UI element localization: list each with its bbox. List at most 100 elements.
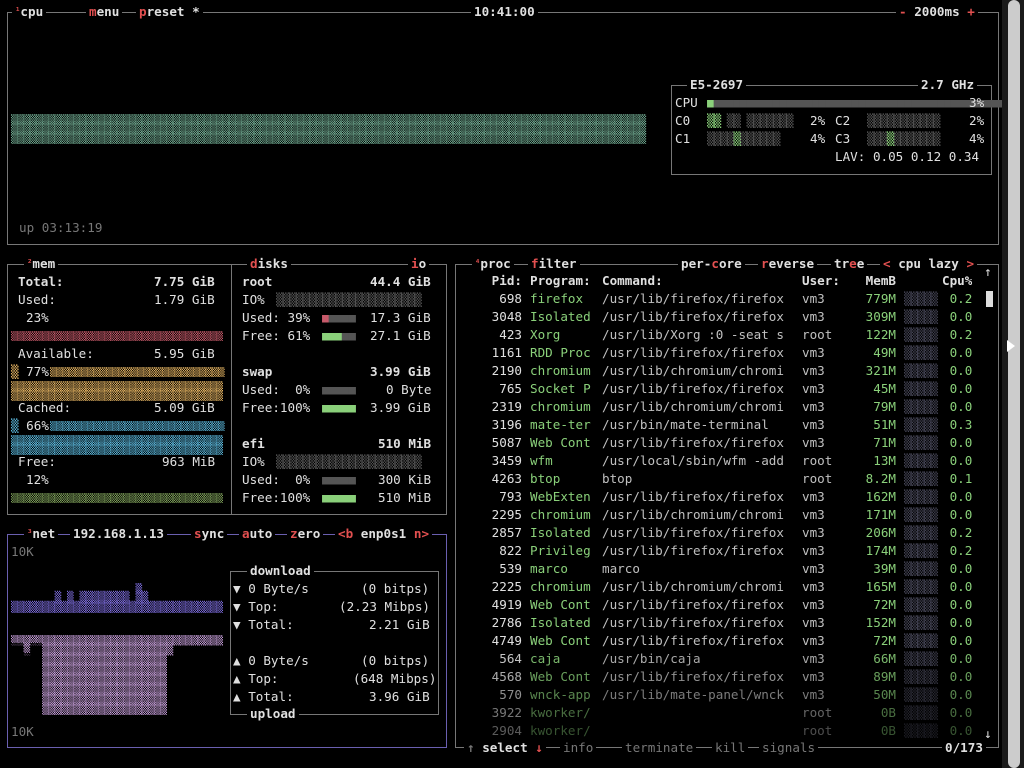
- proc-info[interactable]: info: [560, 739, 597, 757]
- disk-root-name: root: [242, 274, 273, 289]
- proc-reverse[interactable]: reverse: [758, 255, 818, 273]
- disk-efi-used-value: 300 KiB: [378, 472, 432, 487]
- table-row[interactable]: 4749 Web Cont/usr/lib/firefox/firefox vm3 7…: [458, 632, 973, 650]
- table-row[interactable]: 539 marco marco vm3 39M ▒▒▒▒▒ 0.0: [458, 560, 972, 578]
- proc-filter[interactable]: filter: [528, 255, 580, 273]
- ul-top-value: (648 Mibps): [353, 671, 437, 686]
- proc-select[interactable]: ↑ select ↓: [464, 739, 546, 757]
- cell-program: WebExten: [530, 489, 591, 504]
- mem-free-label: Free:: [18, 454, 56, 469]
- table-row[interactable]: 1161 RDD Proc/usr/lib/firefox/firefox vm3 4…: [458, 344, 973, 362]
- core-c2-meter: ▒▒▒▒▒▒▒▒▒▒▒: [867, 113, 940, 128]
- table-row[interactable]: 3048 Isolated/usr/lib/firefox/firefox vm3 3…: [458, 308, 973, 326]
- mem-title[interactable]: ²mem: [24, 255, 59, 273]
- cell-command: /usr/lib/firefox/firefox: [602, 345, 784, 360]
- table-row[interactable]: 4263 btop btop root 8.2M ▒▒▒▒▒ 0.1: [458, 470, 973, 488]
- disk-efi-name: efi: [242, 436, 265, 451]
- table-row[interactable]: 3196 mate-ter/usr/bin/mate-terminal vm3 51M…: [458, 416, 973, 434]
- proc-tree[interactable]: tree: [831, 255, 868, 273]
- cell-cpu: 0.0: [949, 345, 973, 360]
- table-row[interactable]: 4919 Web Cont/usr/lib/firefox/firefox vm3 7…: [458, 596, 973, 614]
- proc-sort[interactable]: < cpu lazy >: [880, 255, 978, 273]
- update-interval[interactable]: - 2000ms +: [896, 3, 978, 21]
- cell-mem: 309M: [865, 309, 896, 324]
- proc-scroll-up-icon[interactable]: ↑: [984, 263, 992, 281]
- table-row[interactable]: 2904 kworker/root 0B ▒▒▒▒▒ 0.0: [458, 722, 973, 740]
- table-row[interactable]: 765 Socket P/usr/lib/firefox/firefox vm3 45…: [458, 380, 972, 398]
- table-row[interactable]: 698 firefox/usr/lib/firefox/firefox vm3 779…: [458, 290, 972, 308]
- mem-avail-graph-2: ▒▒▒▒▒▒▒▒▒▒▒▒▒▒▒▒▒▒▒▒▒▒▒▒▒▒▒▒▒▒▒▒▒▒ ▒▒▒▒▒…: [11, 381, 223, 401]
- table-row[interactable]: 570 wnck-app/usr/lib/mate-panel/wnck vm3 50…: [458, 686, 972, 704]
- net-scale-bottom: 10K: [11, 724, 34, 739]
- net-title[interactable]: ³net: [24, 525, 59, 543]
- proc-scroll-thumb[interactable]: [986, 291, 993, 307]
- proc-signals[interactable]: signals: [759, 739, 819, 757]
- col-cpu[interactable]: Cpu%: [942, 272, 972, 290]
- cell-user: vm3: [802, 507, 825, 522]
- cell-mem: 51M: [873, 417, 896, 432]
- col-command[interactable]: Command:: [602, 272, 802, 290]
- net-zero[interactable]: zero: [287, 525, 324, 543]
- cell-mem: 171M: [865, 507, 896, 522]
- dl-top-value: (2.23 Mibps): [339, 599, 430, 614]
- table-row[interactable]: 2319 chromium/usr/lib/chromium/chromi vm3 7…: [458, 398, 973, 416]
- table-row[interactable]: 3459 wfm/usr/local/sbin/wfm -add root 13M ▒▒…: [458, 452, 973, 470]
- disk-swap-free-value: 3.99 GiB: [370, 400, 431, 415]
- cell-pid: 765: [499, 381, 522, 396]
- proc-title[interactable]: ⁴proc: [472, 255, 514, 273]
- disk-swap-free-meter: ■■■■■: [322, 400, 356, 415]
- cell-cpu: 0.0: [949, 507, 973, 522]
- cell-command: [602, 722, 802, 740]
- table-row[interactable]: 793 WebExten/usr/lib/firefox/firefox vm3 16…: [458, 488, 972, 506]
- io-toggle[interactable]: io: [408, 255, 430, 273]
- proc-per-core[interactable]: per-core: [678, 255, 745, 273]
- cpu-freq: 2.7 GHz: [918, 76, 978, 94]
- mem-cached-graph: ▒▒▒▒▒▒▒▒▒▒▒▒▒▒▒▒▒▒▒▒▒▒▒▒▒▒▒▒: [50, 421, 225, 431]
- table-row[interactable]: 822 Privileg/usr/lib/firefox/firefox vm3 17…: [458, 542, 972, 560]
- table-row[interactable]: 2786 Isolated/usr/lib/firefox/firefox vm3 1…: [458, 614, 973, 632]
- cell-user: root: [802, 327, 833, 342]
- disks-title[interactable]: disks: [247, 255, 291, 273]
- cell-user: vm3: [802, 399, 825, 414]
- table-row[interactable]: 423 Xorg/usr/lib/Xorg :0 -seat s root 122M ▒…: [458, 326, 972, 344]
- col-program[interactable]: Program:: [530, 272, 602, 290]
- cell-mem: 0B: [880, 723, 896, 738]
- cpu-mini-graph: ▒▒▒▒▒: [904, 291, 938, 306]
- cell-cpu: 0.0: [949, 615, 973, 630]
- menu-tab[interactable]: menu: [86, 3, 123, 21]
- table-row[interactable]: 5087 Web Cont/usr/lib/firefox/firefox vm3 7…: [458, 434, 973, 452]
- window-scrollbar[interactable]: [1002, 0, 1024, 768]
- cpu-tab[interactable]: ¹cpu: [12, 3, 47, 21]
- cpu-graph: ▒▒▒▒▒▒▒▒▒▒▒▒▒▒▒▒▒▒▒▒▒▒▒▒▒▒▒▒▒▒▒▒▒▒▒▒▒▒▒▒…: [11, 114, 646, 144]
- mem-free-value: 963 MiB: [162, 454, 216, 469]
- table-row[interactable]: 2295 chromium/usr/lib/chromium/chromi vm3 1…: [458, 506, 973, 524]
- table-row[interactable]: 2857 Isolated/usr/lib/firefox/firefox vm3 2…: [458, 524, 973, 542]
- col-mem[interactable]: MemB: [856, 272, 896, 290]
- col-pid[interactable]: Pid:: [458, 272, 530, 290]
- table-row[interactable]: 4568 Web Cont/usr/lib/firefox/firefox vm3 8…: [458, 668, 973, 686]
- cell-mem: 162M: [865, 489, 896, 504]
- cpu-mini-graph: ▒▒▒▒▒: [904, 669, 938, 684]
- cell-command: /usr/lib/firefox/firefox: [602, 309, 784, 324]
- cpu-mini-graph: ▒▒▒▒▒: [904, 489, 938, 504]
- cell-mem: 165M: [865, 579, 896, 594]
- net-auto[interactable]: auto: [239, 525, 276, 543]
- net-scale-top: 10K: [11, 544, 34, 559]
- preset-tab[interactable]: preset *: [136, 3, 203, 21]
- cell-cpu: 0.0: [949, 435, 973, 450]
- table-row[interactable]: 2225 chromium/usr/lib/chromium/chromi vm3 1…: [458, 578, 973, 596]
- proc-kill[interactable]: kill: [712, 739, 749, 757]
- proc-terminate[interactable]: terminate: [622, 739, 697, 757]
- net-prev-iface[interactable]: <b enp0s1 n>: [335, 525, 433, 543]
- cpu-mini-graph: ▒▒▒▒▒: [904, 687, 938, 702]
- window-scrollbar-thumb[interactable]: [1008, 0, 1020, 768]
- process-table: Pid: Program: Command: User: MemB Cpu% 6…: [458, 272, 973, 740]
- disk-efi-io-meter: ▒▒▒▒▒▒▒▒▒▒▒▒▒▒▒▒▒▒▒▒▒▒: [276, 454, 422, 469]
- table-row[interactable]: 3922 kworker/root 0B ▒▒▒▒▒ 0.0: [458, 704, 973, 722]
- cell-program: Isolated: [530, 615, 591, 630]
- table-row[interactable]: 2190 chromium/usr/lib/chromium/chromi vm3 3…: [458, 362, 973, 380]
- net-sync[interactable]: sync: [191, 525, 228, 543]
- col-user[interactable]: User:: [802, 272, 856, 290]
- process-table-header: Pid: Program: Command: User: MemB Cpu%: [458, 272, 973, 290]
- table-row[interactable]: 564 caja/usr/bin/caja vm3 66M ▒▒▒▒▒ 0.0: [458, 650, 972, 668]
